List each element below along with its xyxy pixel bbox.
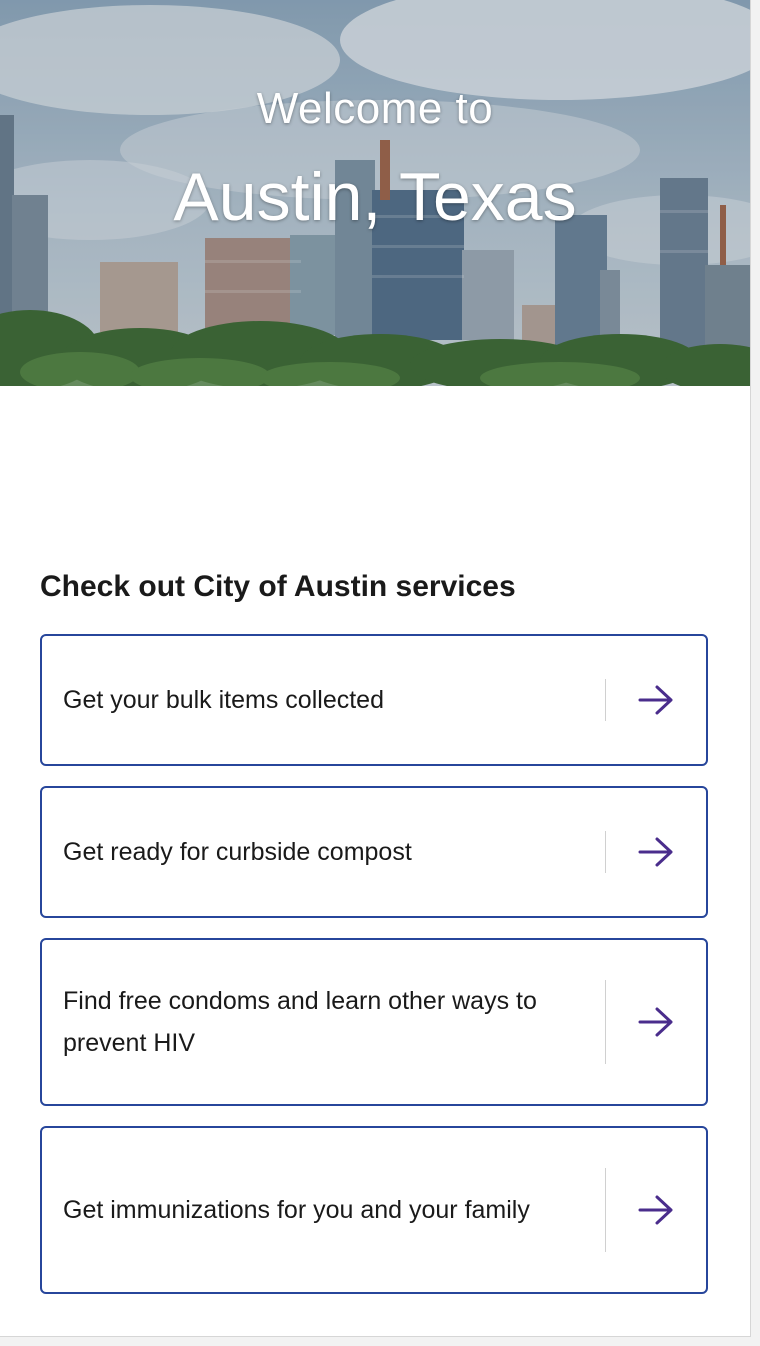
arrow-right-icon — [606, 1006, 706, 1038]
page: Welcome to Austin, Texas Check out City … — [0, 0, 751, 1337]
service-card-curbside-compost[interactable]: Get ready for curbside compost — [40, 786, 708, 918]
services-heading: Check out City of Austin services — [40, 570, 516, 603]
arrow-right-icon — [606, 1194, 706, 1226]
service-card-bulk-items[interactable]: Get your bulk items collected — [40, 634, 708, 766]
hero-banner: Welcome to Austin, Texas — [0, 0, 750, 386]
service-card-label: Get immunizations for you and your famil… — [63, 1196, 530, 1224]
city-title: Austin, Texas — [173, 159, 577, 235]
arrow-right-icon — [606, 836, 706, 868]
service-card-label: Get your bulk items collected — [63, 686, 384, 714]
welcome-text: Welcome to — [256, 84, 494, 133]
service-card-immunizations[interactable]: Get immunizations for you and your famil… — [40, 1126, 708, 1294]
service-card-label: Find free condoms and learn other ways t… — [63, 987, 537, 1057]
service-card-label: Get ready for curbside compost — [63, 838, 412, 866]
service-card-hiv-prevention[interactable]: Find free condoms and learn other ways t… — [40, 938, 708, 1106]
arrow-right-icon — [606, 684, 706, 716]
